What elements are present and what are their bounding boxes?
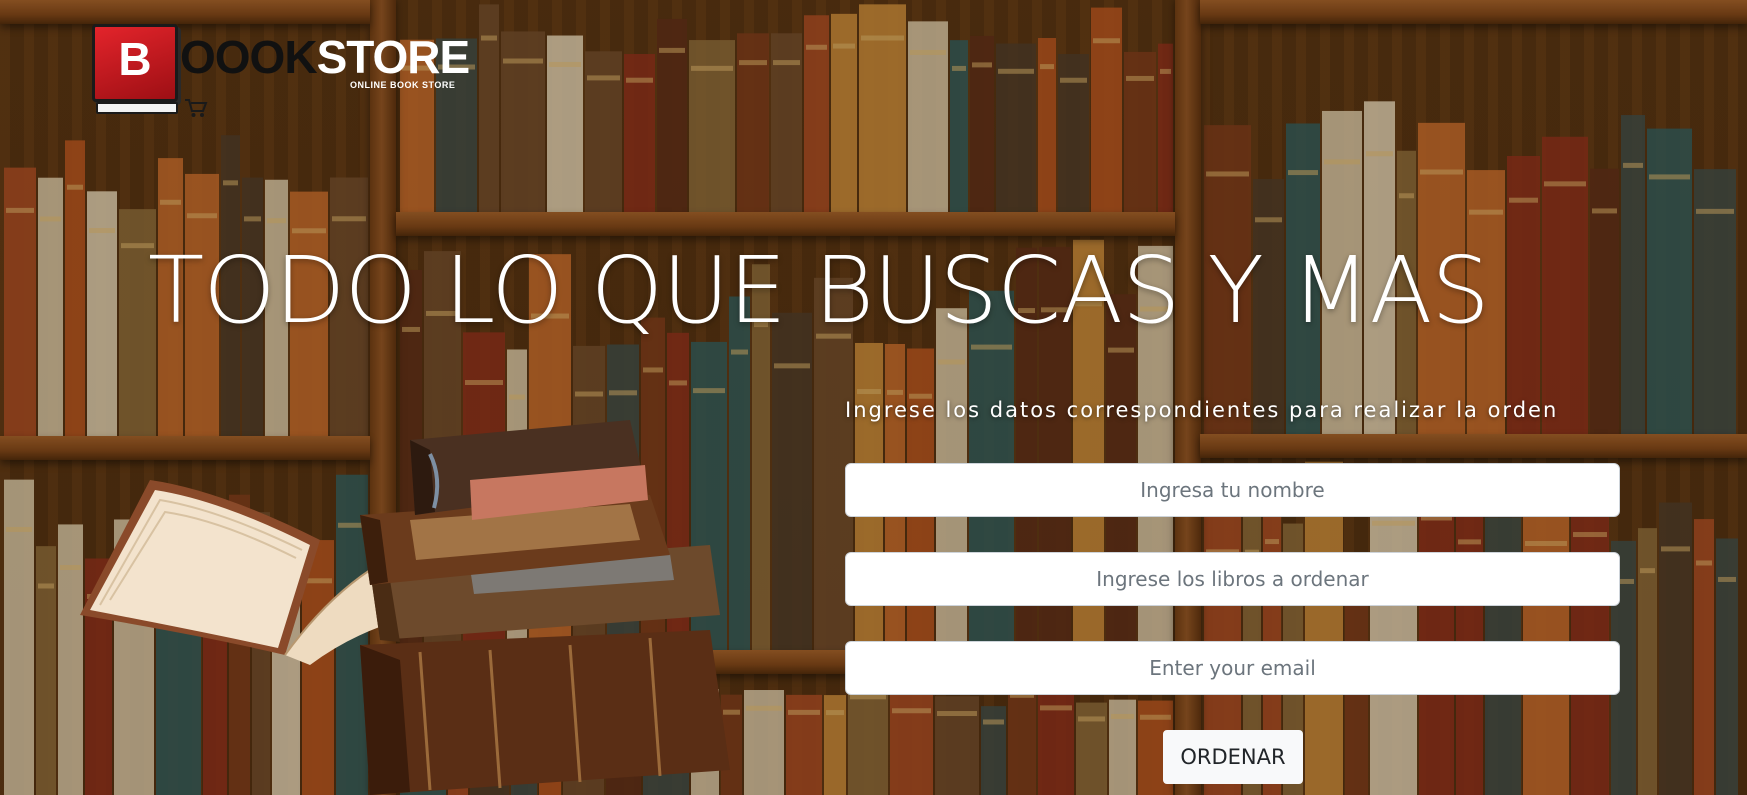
order-instructions: Ingrese los datos correspondientes para … — [845, 398, 1559, 422]
hero-headline: TODO LO QUE BUSCAS Y MAS — [148, 237, 1490, 344]
open-book-icon — [80, 480, 400, 665]
books-input[interactable] — [845, 552, 1620, 606]
order-page: B OOOKSTORE ONLINE BOOK STORE TODO LO QU… — [0, 0, 1747, 795]
book-stack-bottom — [360, 630, 730, 795]
logo-tagline: ONLINE BOOK STORE — [350, 80, 456, 90]
order-submit-button[interactable]: ORDENAR — [1163, 730, 1303, 784]
logo-book-pages — [96, 102, 178, 114]
email-input[interactable] — [845, 641, 1620, 695]
bookstore-logo[interactable]: B OOOKSTORE ONLINE BOOK STORE — [92, 22, 470, 122]
stacked-books-illustration — [80, 420, 730, 795]
shopping-cart-icon — [184, 98, 208, 121]
logo-word-dark: OOOK — [180, 31, 318, 83]
logo-wordmark: OOOKSTORE — [180, 31, 471, 83]
logo-badge: B — [92, 24, 178, 102]
name-input[interactable] — [845, 463, 1620, 517]
logo-badge-letter: B — [118, 33, 152, 85]
logo-word-light: STORE — [316, 31, 471, 83]
